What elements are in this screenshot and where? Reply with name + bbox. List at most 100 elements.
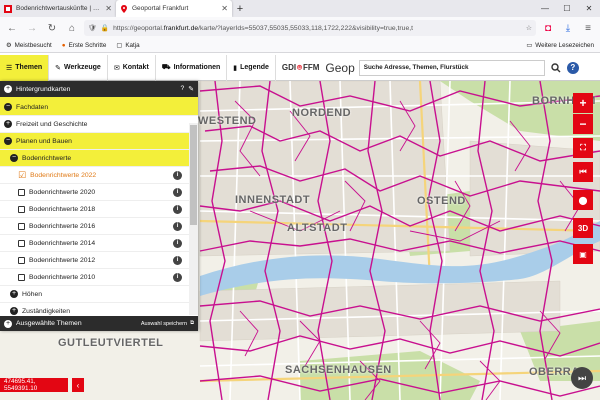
browser-window: Bodenrichtwertauskünfte | Stad ✕ Geoport… [0,0,600,400]
checkbox[interactable] [18,205,25,213]
district-label-ostend: OSTEND [417,195,466,207]
chevron-left-icon: ‹ [76,380,80,390]
gear-icon: ⚙ [6,42,12,49]
checkbox[interactable] [18,273,25,281]
3d-button[interactable]: 3D [573,218,593,238]
checked-checkbox-icon[interactable]: ☑ [18,170,26,181]
geoportal-toolbar: ☰ Themen ✎ Werkzeuge ✉ Kontakt ⛟ Information… [0,54,600,81]
info-icon[interactable]: i [173,187,182,197]
location-pin-icon [121,4,127,13]
district-label-nordend: NORDEND [292,107,352,119]
close-tab-icon[interactable]: ✕ [105,4,112,13]
expand-plus-icon[interactable] [10,290,18,298]
layer-bodenrichtwerte-2012[interactable]: Bodenrichtwerte 2012 i [0,252,198,269]
window-controls: — ☐ ✕ [534,0,600,17]
app-menu-icon[interactable]: ≡ [580,20,596,36]
panel-header[interactable]: Hintergrundkarten ? ✎ [0,81,198,97]
layer-bodenrichtwerte-2022[interactable]: ☑ Bodenrichtwerte 2022 i [0,167,198,184]
info-icon[interactable]: i [173,255,182,265]
checkbox[interactable] [18,239,25,247]
collapse-minus-icon[interactable] [4,103,12,111]
expand-plus-icon[interactable] [4,85,12,93]
pocket-icon[interactable]: ◘ [540,20,556,36]
locate-button[interactable]: ⬤ [573,190,593,210]
other-bookmarks[interactable]: ▭ Weitere Lesezeichen [526,42,594,49]
external-link-icon: ⧉ [190,320,194,326]
firefox-icon: ● [61,42,66,49]
layer-bodenrichtwerte-2014[interactable]: Bodenrichtwerte 2014 i [0,235,198,252]
theme-panel: Hintergrundkarten ? ✎ Fachdaten Freizeit… [0,81,198,331]
zoom-out-button[interactable]: − [573,114,593,134]
image-icon: ▣ [579,249,587,259]
menu-legende[interactable]: ▮ Legende [227,54,276,81]
tab-bodenrichtwert[interactable]: Bodenrichtwertauskünfte | Stad ✕ [0,0,116,17]
info-icon[interactable]: i [173,272,182,282]
collapse-minus-icon[interactable] [10,154,18,162]
lock-icon[interactable]: 🔒 [101,24,109,32]
menu-kontakt[interactable]: ✉ Kontakt [108,54,156,81]
folder-bodenrichtwerte[interactable]: Bodenrichtwerte [0,150,198,167]
layer-bodenrichtwerte-2020[interactable]: Bodenrichtwerte 2020 i [0,184,198,201]
save-selection-button[interactable]: Auswahl speichern ⧉ [141,320,194,327]
layer-bodenrichtwerte-2018[interactable]: Bodenrichtwerte 2018 i [0,201,198,218]
info-icon[interactable]: i [173,238,182,248]
help-icon[interactable]: ? [566,61,579,74]
layer-bodenrichtwerte-2016[interactable]: Bodenrichtwerte 2016 i [0,218,198,235]
checkbox[interactable] [18,188,25,196]
menu-informationen[interactable]: ⛟ Informationen [156,54,228,81]
search-icon[interactable] [549,61,563,75]
close-tab-icon[interactable]: ✕ [221,4,228,13]
scrollbar-thumb[interactable] [190,125,197,225]
info-icon[interactable]: i [173,221,182,231]
pin-icon[interactable]: ✎ [188,85,194,93]
expand-plus-icon[interactable] [4,120,12,128]
tab-strip: Bodenrichtwertauskünfte | Stad ✕ Geoport… [0,0,600,17]
help-circle-icon[interactable]: ? [181,85,185,93]
minus-icon: − [579,117,587,131]
folder-hoehen[interactable]: Höhen [0,286,198,303]
new-tab-button[interactable]: + [232,0,248,17]
mail-icon: ✉ [113,64,120,72]
selected-themes-footer[interactable]: Ausgewählte Themen Auswahl speichern⧉ [0,316,198,331]
expand-plus-icon[interactable] [4,319,12,328]
bookmark-meistbesucht[interactable]: ⚙ Meistbesucht [6,42,52,49]
tab-geoportal[interactable]: Geoportal Frankfurt ✕ [116,0,232,17]
bookmark-erste-schritte[interactable]: ● Erste Schritte [62,42,107,49]
fast-forward-button[interactable]: ⏭ [571,367,593,389]
info-icon[interactable]: i [173,204,182,214]
download-icon[interactable]: ⤓ [560,20,576,36]
checkbox[interactable] [18,222,25,230]
address-bar[interactable]: 🛡 🔒 https://geoportal.frankfurt.de/karte… [84,20,536,36]
category-fachdaten[interactable]: Fachdaten [0,99,198,116]
forward-arrow-icon[interactable]: → [24,20,40,36]
search-input[interactable]: Suche Adresse, Themen, Flurstück [358,59,545,76]
collapse-minus-icon[interactable] [4,137,12,145]
info-icon[interactable]: i [173,170,182,180]
bookmark-katja[interactable]: ▢ Katja [116,42,139,49]
rewind-icon: ⏮ [579,167,587,176]
fullscreen-button[interactable]: ⛶ [573,138,593,158]
menu-themen[interactable]: ☰ Themen [0,54,50,81]
collapse-coordinates-button[interactable]: ‹ [72,378,84,392]
panel-scrollbar[interactable] [189,123,198,315]
category-freizeit[interactable]: Freizeit und Geschichte [0,116,198,133]
shield-icon[interactable]: 🛡 [88,24,97,32]
reload-icon[interactable]: ↻ [44,20,60,36]
layer-bodenrichtwerte-2010[interactable]: Bodenrichtwerte 2010 i [0,269,198,286]
home-icon[interactable]: ⌂ [64,20,80,36]
zoom-in-button[interactable]: + [573,93,593,113]
url-text: https://geoportal.frankfurt.de/karte/?la… [113,24,414,32]
window-close-icon[interactable]: ✕ [578,0,600,17]
checkbox[interactable] [18,256,25,264]
back-arrow-icon[interactable]: ← [4,20,20,36]
back-view-button[interactable]: ⏮ [573,162,593,182]
star-icon[interactable]: ☆ [526,24,532,32]
menu-werkzeuge[interactable]: ✎ Werkzeuge [49,54,108,81]
category-planen-bauen[interactable]: Planen und Bauen [0,133,198,150]
minimize-icon[interactable]: — [534,0,556,17]
expand-plus-icon[interactable] [10,307,18,315]
basemap-button[interactable]: ▣ [573,244,593,264]
maximize-icon[interactable]: ☐ [556,0,578,17]
fast-forward-icon: ⏭ [577,372,587,383]
wrench-icon: ✎ [55,64,61,72]
